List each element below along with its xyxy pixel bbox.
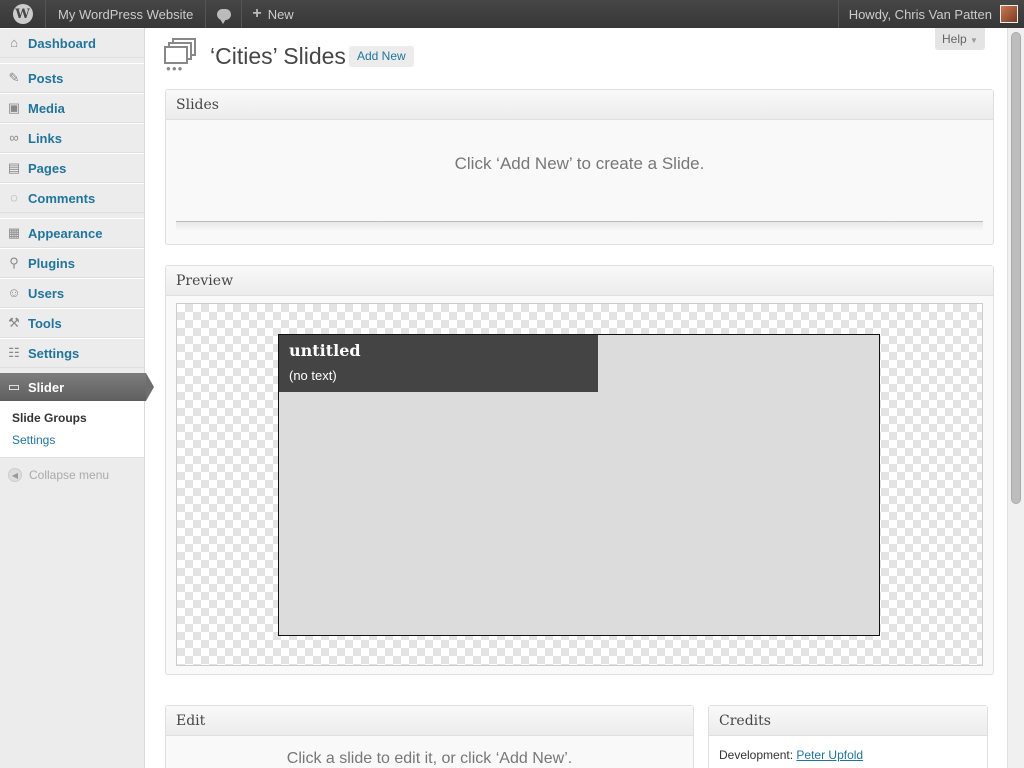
sidebar-item-label: Tools	[28, 315, 62, 331]
slides-page-icon: ●●●	[164, 38, 198, 73]
preview-panel-heading: Preview	[166, 266, 993, 296]
edit-empty-message: Click a slide to edit it, or click ‘Add …	[286, 750, 573, 767]
sidebar-item-posts[interactable]: ✎ Posts	[0, 63, 144, 93]
appearance-icon: ▦	[7, 225, 21, 240]
comment-bubble-icon	[216, 8, 231, 24]
comments-menu[interactable]	[206, 0, 243, 28]
avatar	[1000, 5, 1018, 23]
media-icon: ▣	[7, 100, 21, 115]
submenu-slide-groups[interactable]: Slide Groups	[12, 407, 144, 429]
chevron-down-icon: ▼	[970, 36, 978, 45]
slide-preview-canvas[interactable]: untitled (no text)	[278, 334, 880, 636]
submenu-settings[interactable]: Settings	[12, 429, 144, 451]
comments-icon: ◌	[10, 190, 18, 205]
help-tab-button[interactable]: Help ▼	[935, 28, 985, 50]
collapse-arrow-icon: ◀	[8, 468, 22, 482]
tools-icon: ⚒	[8, 315, 20, 330]
sidebar-item-label: Dashboard	[28, 35, 96, 51]
sidebar-item-label: Users	[28, 285, 65, 301]
pages-icon: ▤	[7, 160, 21, 175]
development-label: Development:	[719, 748, 794, 762]
settings-icon: ☷	[8, 345, 20, 360]
help-label: Help	[942, 32, 967, 46]
credits-panel-heading: Credits	[709, 706, 987, 736]
account-menu[interactable]: Howdy, Chris Van Patten	[837, 0, 1024, 28]
plus-icon: +	[252, 5, 262, 22]
sidebar-item-label: Links	[28, 130, 62, 146]
dashboard-icon: ⌂	[10, 35, 18, 50]
developer-link[interactable]: Peter Upfold	[796, 748, 863, 762]
slider-submenu: Slide Groups Settings	[0, 401, 144, 458]
edit-panel-heading: Edit	[166, 706, 693, 736]
sidebar-item-users[interactable]: ☺ Users	[0, 278, 144, 308]
sidebar-item-comments[interactable]: ◌ Comments	[0, 183, 144, 213]
slides-list-strip	[176, 221, 983, 230]
scrollbar-thumb[interactable]	[1011, 32, 1021, 504]
collapse-menu-button[interactable]: ◀ Collapse menu	[0, 458, 144, 492]
slide-caption-text: (no text)	[289, 368, 337, 383]
plugins-icon: ⚲	[9, 255, 19, 270]
sidebar-item-label: Pages	[28, 160, 67, 176]
users-icon: ☺	[7, 285, 21, 300]
sidebar-item-plugins[interactable]: ⚲ Plugins	[0, 248, 144, 278]
slides-panel-heading: Slides	[166, 90, 993, 120]
sidebar-item-tools[interactable]: ⚒ Tools	[0, 308, 144, 338]
admin-bar: W My WordPress Website + New Howdy, Chri…	[0, 0, 1024, 28]
new-label: New	[267, 6, 294, 22]
new-content-menu[interactable]: + New	[242, 0, 303, 28]
sidebar-item-label: Comments	[28, 190, 96, 206]
add-new-button[interactable]: Add New	[349, 46, 414, 67]
slides-empty-message: Click ‘Add New’ to create a Slide.	[454, 154, 705, 173]
preview-panel: Preview untitled (no text)	[165, 265, 994, 675]
sidebar-item-label: Slider	[28, 379, 65, 395]
sidebar-item-settings[interactable]: ☷ Settings	[0, 338, 144, 368]
site-name-link[interactable]: My WordPress Website	[46, 0, 207, 28]
sidebar-item-appearance[interactable]: ▦ Appearance	[0, 218, 144, 248]
page-title: ‘Cities’ Slides	[210, 43, 346, 69]
credits-panel: Credits Development: Peter Upfold	[708, 705, 988, 768]
slides-panel: Slides Click ‘Add New’ to create a Slide…	[165, 89, 994, 245]
preview-transparent-background: untitled (no text)	[176, 303, 983, 666]
vertical-scrollbar[interactable]	[1007, 28, 1024, 768]
sidebar-item-pages[interactable]: ▤ Pages	[0, 153, 144, 183]
slide-caption-box[interactable]: untitled (no text)	[279, 335, 598, 392]
sidebar-item-label: Settings	[28, 345, 80, 361]
slide-caption-title: untitled	[289, 341, 361, 360]
links-icon: ∞	[9, 130, 19, 145]
sidebar-item-label: Posts	[28, 70, 64, 86]
howdy-greeting: Howdy, Chris Van Patten	[848, 6, 992, 22]
sidebar-item-links[interactable]: ∞ Links	[0, 123, 144, 153]
sidebar-item-label: Media	[28, 100, 65, 116]
sidebar-item-label: Appearance	[28, 225, 103, 241]
wordpress-logo-menu[interactable]: W	[0, 0, 46, 28]
wordpress-logo-icon: W	[12, 4, 33, 24]
admin-sidebar: ⌂ Dashboard ✎ Posts ▣ Media ∞ Links ▤ Pa…	[0, 28, 154, 768]
collapse-menu-label: Collapse menu	[29, 468, 110, 482]
credits-body: Development: Peter Upfold	[709, 736, 987, 768]
posts-icon: ✎	[8, 70, 20, 85]
slider-icon: ▭	[7, 379, 21, 394]
sidebar-item-slider[interactable]: ▭ Slider	[0, 373, 154, 401]
edit-panel: Edit Click a slide to edit it, or click …	[165, 705, 694, 768]
sidebar-item-dashboard[interactable]: ⌂ Dashboard	[0, 28, 144, 58]
sidebar-item-media[interactable]: ▣ Media	[0, 93, 144, 123]
sidebar-item-label: Plugins	[28, 255, 75, 271]
